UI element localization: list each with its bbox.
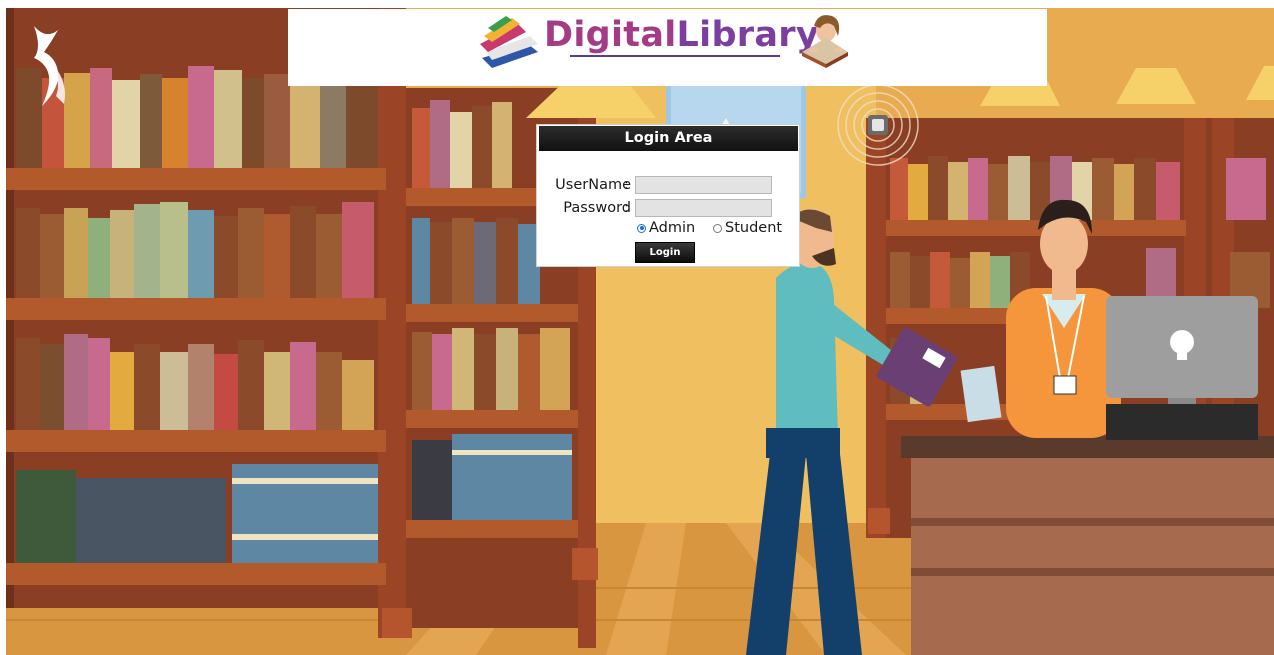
brand-underline (570, 55, 780, 57)
brand-logo[interactable]: DigitalLibrary (478, 12, 858, 74)
login-heading: Login Area (539, 126, 798, 151)
role-student-option[interactable]: Student (713, 220, 782, 236)
role-student-radio[interactable] (713, 223, 722, 233)
role-admin-radio[interactable] (637, 223, 646, 233)
username-input[interactable] (635, 176, 772, 194)
password-row: Password : (537, 199, 801, 219)
login-panel: Login Area UserName : Password : Admin S… (536, 124, 800, 267)
site-header: DigitalLibrary (288, 9, 1047, 86)
sigma-logo-icon[interactable] (28, 22, 70, 112)
username-colon: : (624, 177, 629, 193)
password-label: Password (563, 200, 631, 216)
books-icon (480, 16, 538, 68)
role-admin-option[interactable]: Admin (637, 220, 695, 236)
password-colon: : (624, 200, 629, 216)
girl-reading-icon (802, 15, 848, 68)
library-background-illustration (6, 8, 1274, 655)
login-button[interactable]: Login (635, 242, 695, 263)
role-student-label: Student (725, 220, 783, 236)
role-admin-label: Admin (649, 220, 696, 236)
username-row: UserName : (537, 176, 801, 196)
brand-title-digital: Digital (544, 15, 677, 55)
username-label: UserName (555, 177, 631, 193)
password-input[interactable] (635, 199, 772, 217)
